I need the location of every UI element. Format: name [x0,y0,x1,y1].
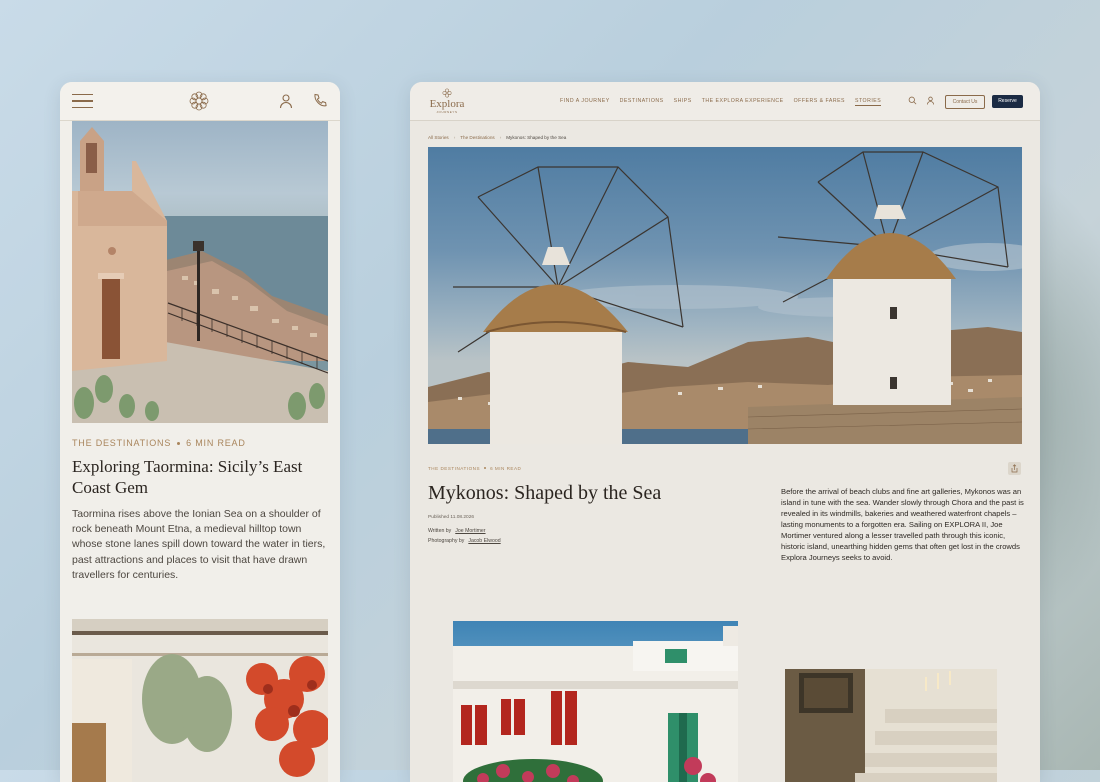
written-by: Written by Joe Mortimer [428,528,486,534]
main-nav: FIND A JOURNEY DESTINATIONS SHIPS THE EX… [560,98,891,106]
author-link[interactable]: Joe Mortimer [455,528,485,534]
meta-dot [177,441,181,445]
breadcrumb-all-stories[interactable]: All Stories [428,135,449,140]
reserve-button[interactable]: Reserve [992,95,1023,108]
explora-logo[interactable]: Explora JOURNEYS [426,88,468,114]
logo-subtitle: JOURNEYS [436,110,458,114]
read-time: 6 MIN READ [490,466,522,471]
mobile-article-title[interactable]: Exploring Taormina: Sicily’s East Coast … [72,456,328,498]
second-article-image[interactable] [72,619,328,782]
share-button[interactable] [1008,462,1021,475]
breadcrumb-separator: › [499,135,502,140]
user-icon[interactable] [926,96,935,105]
mobile-header [60,82,340,121]
nav-find-a-journey[interactable]: FIND A JOURNEY [560,98,610,106]
logo-wordmark: Explora [429,98,465,110]
breadcrumb: All Stories › The Destinations › Mykonos: Sh… [428,135,566,140]
written-by-label: Written by [428,528,452,534]
category-label: THE DESTINATIONS [72,438,172,448]
phone-icon[interactable] [312,93,328,109]
photographer-link[interactable]: Jacob Elwood [468,538,500,544]
user-icon[interactable] [278,93,294,109]
mobile-article-meta: THE DESTINATIONS 6 MIN READ [72,438,246,448]
nav-ships[interactable]: SHIPS [674,98,692,106]
logo-icon[interactable] [187,89,211,113]
desktop-screen: Explora JOURNEYS FIND A JOURNEY DESTINAT… [410,82,1040,782]
menu-icon[interactable] [72,94,93,109]
category-label: THE DESTINATIONS [428,466,481,471]
contact-us-button[interactable]: Contact Us [945,95,985,109]
nav-offers-fares[interactable]: OFFERS & FARES [794,98,845,106]
breadcrumb-current: Mykonos: Shaped by the Sea [506,135,567,140]
nav-explora-experience[interactable]: THE EXPLORA EXPERIENCE [702,98,784,106]
read-time: 6 MIN READ [186,438,246,448]
mobile-screen: THE DESTINATIONS 6 MIN READ Exploring Tao… [60,82,340,782]
breadcrumb-the-destinations[interactable]: The Destinations [460,135,494,140]
article-intro-text: Before the arrival of beach clubs and fi… [781,487,1024,562]
nav-destinations[interactable]: DESTINATIONS [620,98,664,106]
mobile-article-description: Taormina rises above the Ionian Sea on a… [72,508,326,581]
nav-stories[interactable]: STORIES [855,98,882,106]
taormina-hero-image[interactable] [72,121,328,423]
interior-stairs-image [785,669,997,782]
meta-dot [484,467,487,470]
search-icon[interactable] [908,96,917,105]
logo-icon [442,88,452,98]
published-date: Published 11.08.2026 [428,515,475,520]
mykonos-house-image [453,621,738,782]
desktop-header: Explora JOURNEYS FIND A JOURNEY DESTINAT… [410,82,1040,121]
breadcrumb-separator: › [453,135,456,140]
desktop-article-title: Mykonos: Shaped by the Sea [428,482,662,504]
share-icon [1011,464,1018,473]
photography-by: Photography by Jacob Elwood [428,538,501,544]
mykonos-hero-image [428,147,1022,444]
photography-by-label: Photography by [428,538,465,544]
desktop-article-meta: THE DESTINATIONS 6 MIN READ [428,466,521,471]
